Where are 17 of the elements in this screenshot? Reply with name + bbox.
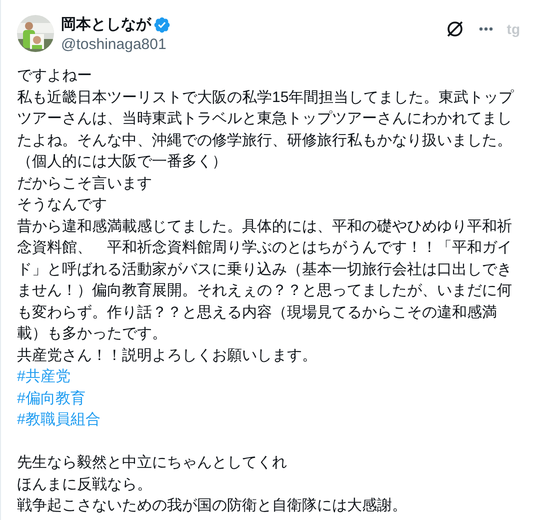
- extension-label[interactable]: tg: [506, 20, 520, 38]
- author-handle[interactable]: @toshinaga801: [61, 35, 171, 55]
- more-icon[interactable]: [478, 27, 493, 31]
- post-text: 戦争起こさないための我が国の防衛と自衛隊には大感謝。: [17, 496, 408, 516]
- author-name[interactable]: 岡本としなが: [61, 15, 151, 35]
- post-text: 共産党さん！！説明よろしくお願いします。: [17, 346, 318, 366]
- post-text: 先生なら毅然と中立にちゃんとしてくれ: [17, 453, 288, 473]
- hashtag-link[interactable]: #共産党: [17, 366, 70, 388]
- post-text: そうなんです: [17, 195, 108, 215]
- slashed-circle-icon[interactable]: [444, 19, 465, 39]
- hashtag-link[interactable]: #教職員組合: [17, 409, 100, 430]
- hashtag-link[interactable]: #偏向教育: [17, 388, 86, 409]
- post-text: 昔から違和感満載感じてました。具体的には、平和の礎やひめゆり平和祈念資料館、 平和祈念資料館周り学ぶのとはちがうんです！！「平和ガイド」と呼ばれる活動家がバスに乗り込み（基本一切旅行会社は口出しできません！）偏向教育展開。それえぇの？？と思ってましたが、いまだに何も変わらず。作り話？？と思える内容（現場見てるからこその違和感満載）も多かったです。: [17, 216, 513, 344]
- post-text: ですよねー: [17, 66, 93, 86]
- post-text: ほんまに反戦なら。: [17, 474, 153, 494]
- post-text: 私も近畿日本ツーリストで大阪の私学15年間担当してました。東武トップツアーさんは、当時東武トラベルと東急トップツアーさんにわかれてましたよね。そんな中、沖縄での修学旅行、研修旅行私もかなり扱いました。（個人的には大阪で一番多く）: [17, 88, 515, 172]
- post-text: だからこそ言います: [17, 174, 153, 194]
